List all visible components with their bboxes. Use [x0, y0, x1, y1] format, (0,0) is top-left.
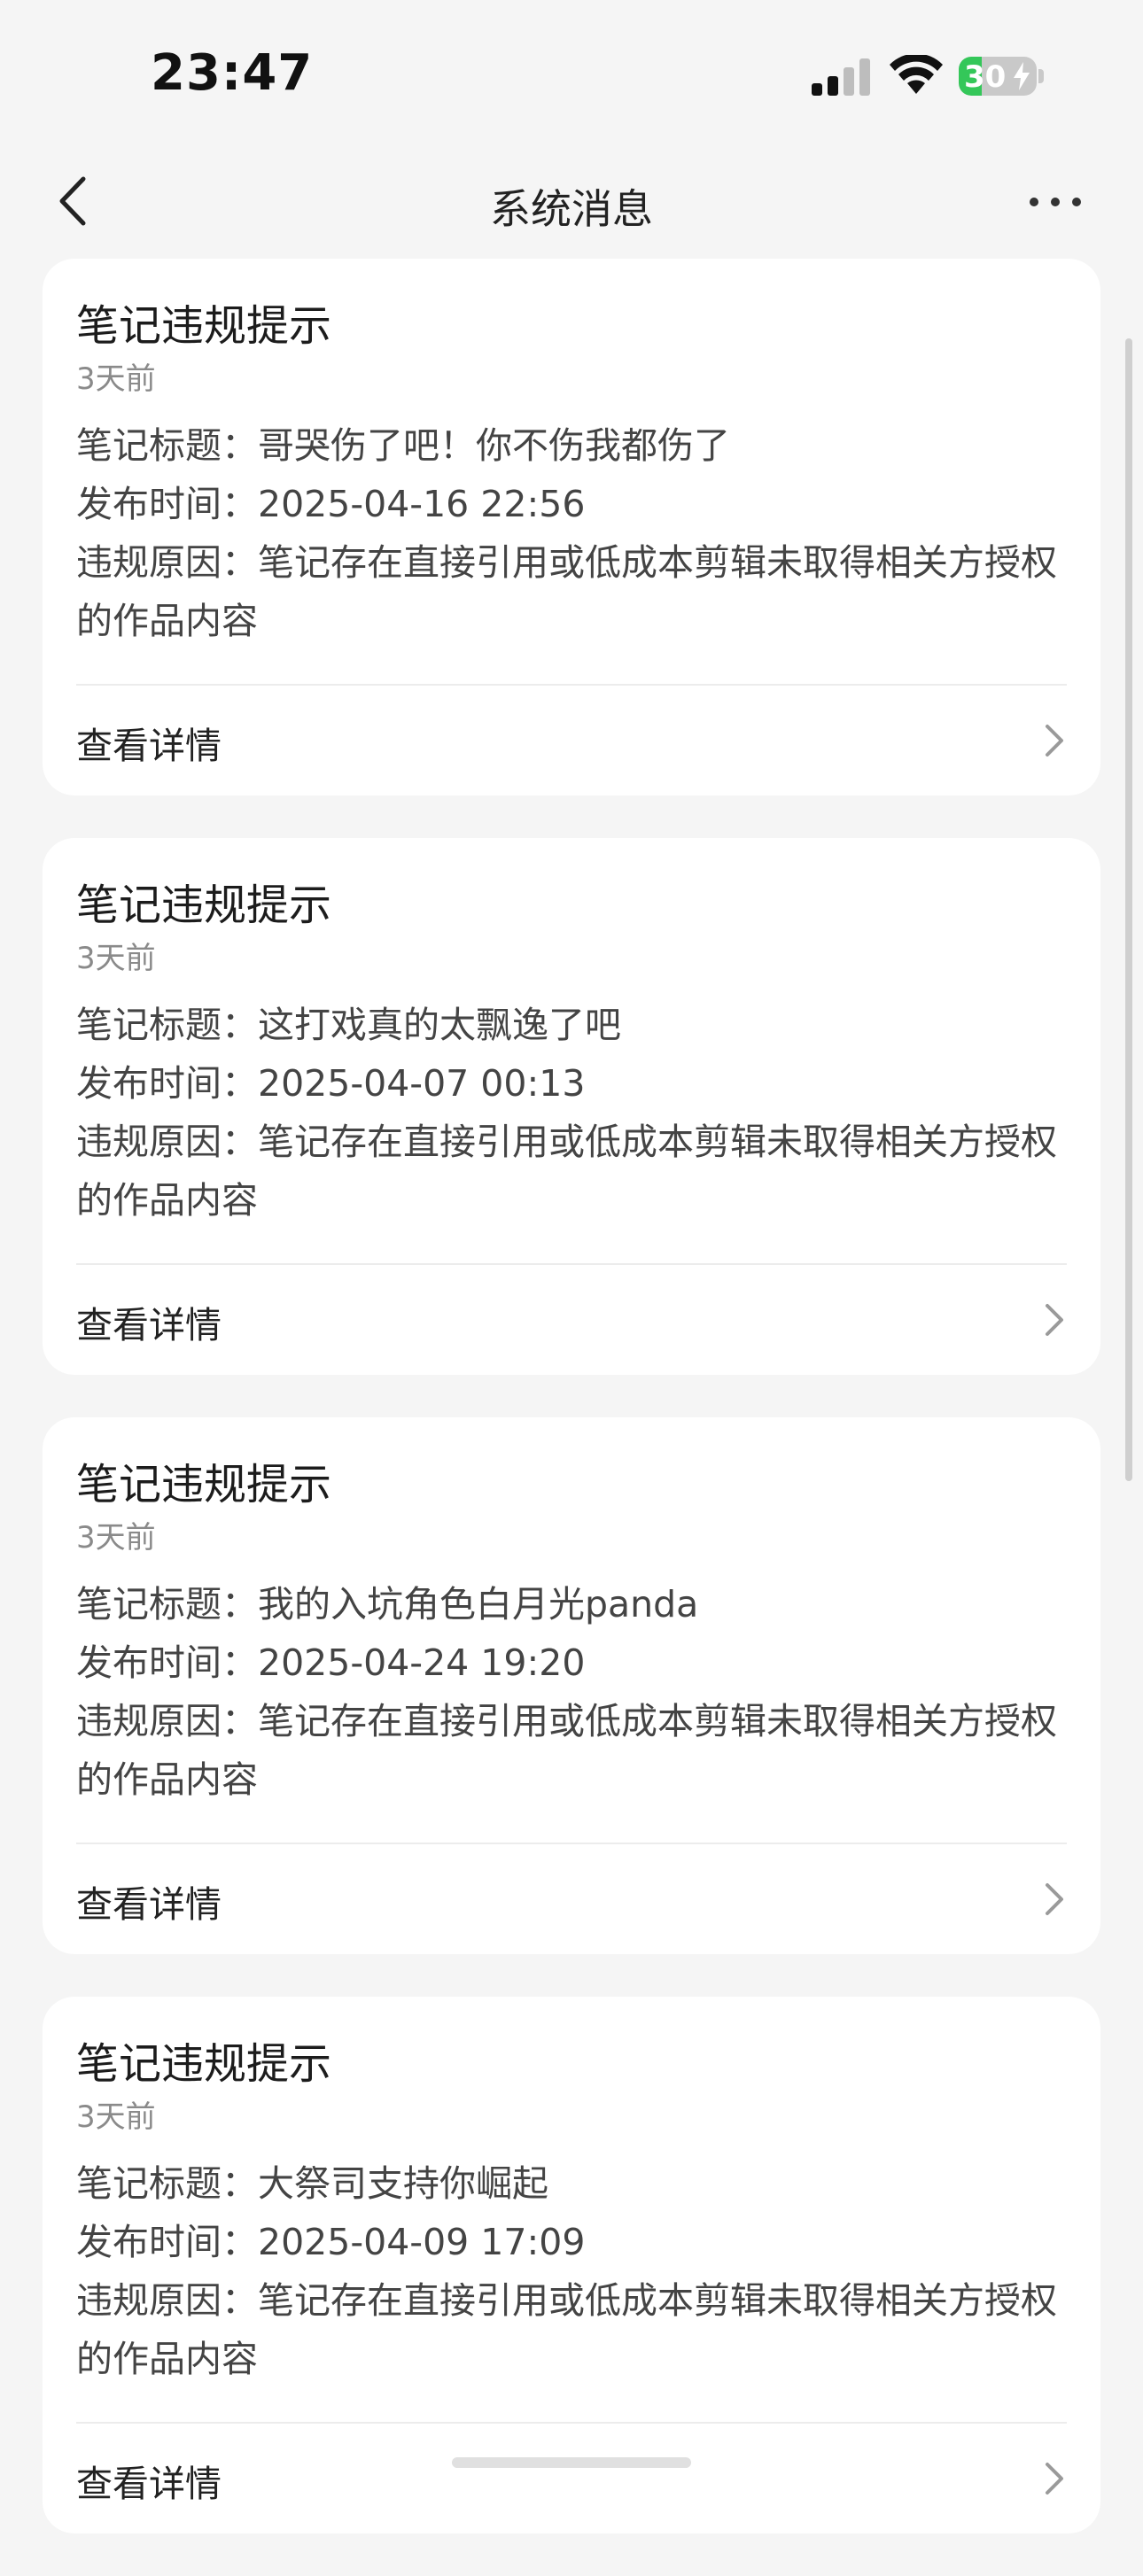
cellular-signal-icon [812, 58, 870, 96]
scrollbar[interactable] [1125, 338, 1132, 1481]
chevron-right-icon [1046, 2463, 1063, 2495]
publish-time-value: 2025-04-09 17:09 [258, 2221, 586, 2263]
charging-bolt-icon [1014, 62, 1030, 90]
publish-time-row: 发布时间：2025-04-09 17:09 [76, 2213, 1077, 2271]
status-bar: 23:47 30 [0, 0, 1143, 142]
reason-label: 违规原因： [76, 1700, 258, 1742]
chevron-right-icon [1046, 725, 1063, 757]
message-card: 笔记违规提示 3天前 笔记标题：我的入坑角色白月光panda 发布时间：2025… [43, 1417, 1100, 1954]
page-title: 系统消息 [490, 185, 653, 233]
reason-row: 违规原因：笔记存在直接引用或低成本剪辑未取得相关方授权的作品内容 [76, 1692, 1077, 1809]
note-title-label: 笔记标题： [76, 1004, 258, 1046]
view-details-label: 查看详情 [76, 1883, 222, 1926]
card-body: 笔记标题：大祭司支持你崛起 发布时间：2025-04-09 17:09 违规原因… [76, 2154, 1077, 2388]
note-title-label: 笔记标题： [76, 1583, 258, 1626]
publish-time-label: 发布时间： [76, 483, 258, 525]
chevron-right-icon [1046, 1883, 1063, 1915]
status-time: 23:47 [151, 44, 314, 102]
publish-time-row: 发布时间：2025-04-24 19:20 [76, 1633, 1077, 1692]
view-details-row[interactable]: 查看详情 [43, 1844, 1100, 1954]
reason-row: 违规原因：笔记存在直接引用或低成本剪辑未取得相关方授权的作品内容 [76, 2271, 1077, 2388]
message-card: 笔记违规提示 3天前 笔记标题：大祭司支持你崛起 发布时间：2025-04-09… [43, 1997, 1100, 2533]
battery-cap [1038, 69, 1044, 83]
note-title-row: 笔记标题：这打戏真的太飘逸了吧 [76, 996, 1077, 1054]
wifi-icon [890, 55, 943, 94]
card-time: 3天前 [76, 941, 156, 976]
note-title-row: 笔记标题：哥哭伤了吧！你不伤我都伤了 [76, 416, 1077, 475]
note-title-row: 笔记标题：大祭司支持你崛起 [76, 2154, 1077, 2213]
note-title-value: 大祭司支持你崛起 [258, 2162, 548, 2205]
publish-time-label: 发布时间： [76, 1641, 258, 1684]
reason-row: 违规原因：笔记存在直接引用或低成本剪辑未取得相关方授权的作品内容 [76, 1113, 1077, 1230]
publish-time-value: 2025-04-24 19:20 [258, 1641, 586, 1684]
card-title: 笔记违规提示 [76, 301, 332, 351]
note-title-row: 笔记标题：我的入坑角色白月光panda [76, 1575, 1077, 1633]
reason-label: 违规原因： [76, 2279, 258, 2322]
message-card: 笔记违规提示 3天前 笔记标题：这打戏真的太飘逸了吧 发布时间：2025-04-… [43, 838, 1100, 1375]
note-title-value: 我的入坑角色白月光panda [258, 1583, 699, 1626]
note-title-value: 哥哭伤了吧！你不伤我都伤了 [258, 424, 730, 467]
chevron-right-icon [1046, 1304, 1063, 1336]
view-details-row[interactable]: 查看详情 [43, 686, 1100, 795]
publish-time-value: 2025-04-07 00:13 [258, 1062, 586, 1105]
publish-time-row: 发布时间：2025-04-07 00:13 [76, 1054, 1077, 1113]
message-card: 笔记违规提示 3天前 笔记标题：哥哭伤了吧！你不伤我都伤了 发布时间：2025-… [43, 259, 1100, 795]
card-time: 3天前 [76, 2099, 156, 2135]
view-details-row[interactable]: 查看详情 [43, 1265, 1100, 1375]
view-details-label: 查看详情 [76, 1304, 222, 1346]
publish-time-label: 发布时间： [76, 1062, 258, 1105]
message-list: 笔记违规提示 3天前 笔记标题：哥哭伤了吧！你不伤我都伤了 发布时间：2025-… [43, 259, 1100, 2576]
publish-time-value: 2025-04-16 22:56 [258, 483, 586, 525]
card-title: 笔记违规提示 [76, 2039, 332, 2089]
publish-time-label: 发布时间： [76, 2221, 258, 2263]
view-details-label: 查看详情 [76, 2463, 222, 2505]
note-title-label: 笔记标题： [76, 2162, 258, 2205]
reason-label: 违规原因： [76, 1121, 258, 1163]
card-title: 笔记违规提示 [76, 881, 332, 930]
note-title-label: 笔记标题： [76, 424, 258, 467]
card-title: 笔记违规提示 [76, 1460, 332, 1509]
card-time: 3天前 [76, 361, 156, 397]
card-body: 笔记标题：哥哭伤了吧！你不伤我都伤了 发布时间：2025-04-16 22:56… [76, 416, 1077, 650]
battery-indicator: 30 [959, 57, 1037, 96]
reason-label: 违规原因： [76, 541, 258, 584]
card-body: 笔记标题：这打戏真的太飘逸了吧 发布时间：2025-04-07 00:13 违规… [76, 996, 1077, 1230]
nav-bar: 系统消息 [0, 151, 1143, 253]
publish-time-row: 发布时间：2025-04-16 22:56 [76, 475, 1077, 533]
card-time: 3天前 [76, 1520, 156, 1556]
view-details-row[interactable]: 查看详情 [43, 2424, 1100, 2533]
home-indicator [452, 2457, 691, 2468]
view-details-label: 查看详情 [76, 725, 222, 767]
reason-row: 违规原因：笔记存在直接引用或低成本剪辑未取得相关方授权的作品内容 [76, 533, 1077, 650]
more-horizontal-icon[interactable] [1024, 177, 1086, 227]
note-title-value: 这打戏真的太飘逸了吧 [258, 1004, 621, 1046]
battery-level-text: 30 [964, 59, 1007, 95]
card-body: 笔记标题：我的入坑角色白月光panda 发布时间：2025-04-24 19:2… [76, 1575, 1077, 1809]
